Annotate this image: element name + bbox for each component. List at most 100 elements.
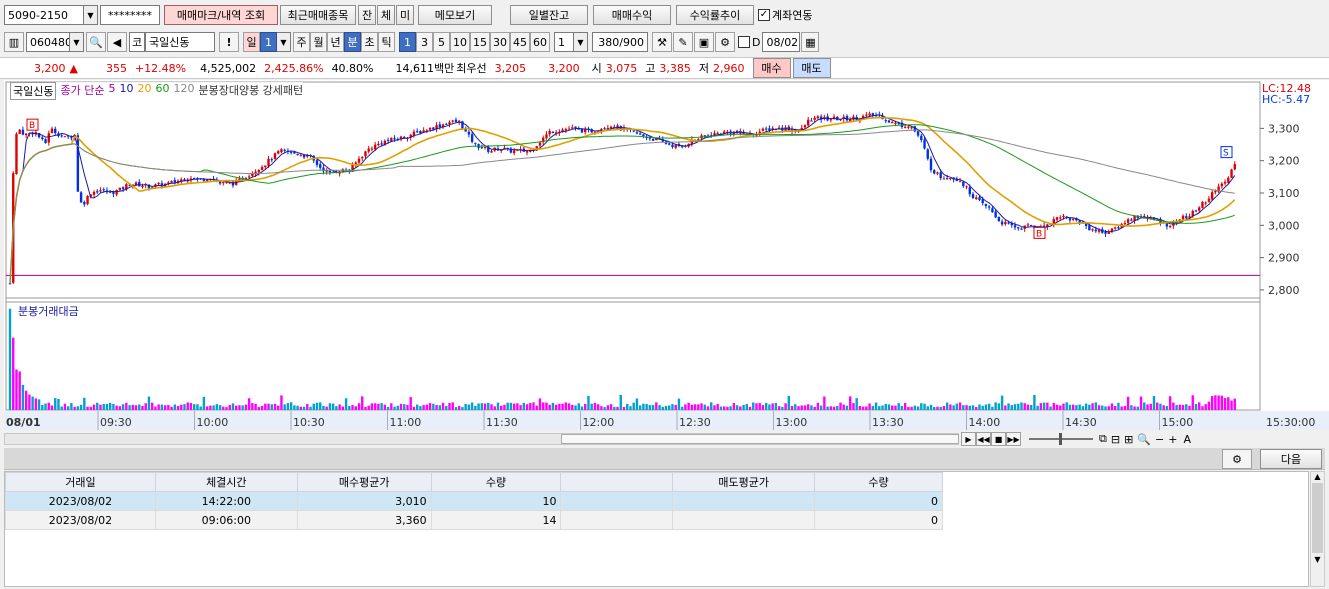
trade-profit-button[interactable]: 매매수익 bbox=[593, 5, 671, 25]
period-button-2[interactable]: 년 bbox=[327, 32, 344, 52]
tab-jan[interactable]: 잔 bbox=[358, 5, 376, 25]
zoom-slider-handle[interactable] bbox=[1059, 433, 1062, 445]
scroll-last-icon[interactable]: ▶▶ bbox=[1006, 432, 1021, 446]
chart-panel[interactable]: 3,3003,2003,1003,0002,9002,80010,005,000… bbox=[4, 80, 1329, 430]
font-size-icon[interactable]: A bbox=[1183, 433, 1191, 446]
date-checkbox[interactable] bbox=[738, 36, 750, 48]
period-button-4[interactable]: 초 bbox=[361, 32, 378, 52]
window-icon[interactable]: ⧉ bbox=[1099, 432, 1107, 446]
stock-name-input[interactable]: 국일신동 bbox=[145, 32, 215, 52]
x-tick-label: 11:30 bbox=[486, 416, 518, 429]
high-price: 3,385 bbox=[659, 61, 691, 75]
price-volume-chart[interactable]: 3,3003,2003,1003,0002,9002,80010,005,000… bbox=[4, 80, 1329, 430]
col-buy-avg[interactable]: 매수평균가 bbox=[296, 472, 432, 492]
magnify-icon[interactable]: 🔍 bbox=[1137, 433, 1151, 446]
account-input[interactable]: 5090-2150 bbox=[4, 5, 84, 25]
search-icon[interactable]: 🔍 bbox=[86, 32, 106, 52]
tab-che[interactable]: 체 bbox=[377, 5, 395, 25]
zoom-slider[interactable] bbox=[1029, 433, 1093, 445]
volume-bar bbox=[235, 405, 238, 410]
volume-bar bbox=[328, 403, 332, 410]
period-button-1[interactable]: 월 bbox=[310, 32, 327, 52]
next-button[interactable]: 다음 bbox=[1260, 449, 1322, 469]
table-row[interactable]: 2023/08/02 09:06:00 3,360 14 0 bbox=[5, 510, 943, 530]
account-link-checkbox[interactable]: ✓ bbox=[758, 9, 770, 21]
col-sell-qty[interactable]: 수량 bbox=[814, 472, 943, 492]
candle-body bbox=[1104, 231, 1107, 234]
profit-trend-button[interactable]: 수익률추이 bbox=[676, 5, 754, 25]
recent-trades-button[interactable]: 최근매매종목 bbox=[280, 5, 356, 25]
period-button-3[interactable]: 분 bbox=[344, 32, 361, 52]
volume-bar bbox=[1194, 403, 1198, 410]
scroll-down-icon[interactable]: ▼ bbox=[1311, 555, 1324, 564]
zoom-in-icon[interactable]: + bbox=[1168, 433, 1177, 446]
volume-bar bbox=[907, 407, 910, 410]
stock-code-dropdown[interactable]: ▼ bbox=[70, 32, 84, 52]
volume-bar bbox=[257, 407, 261, 410]
tool-icon[interactable]: ⚒ bbox=[652, 32, 672, 52]
volume-bar bbox=[1020, 402, 1023, 410]
grid-icon[interactable]: ⊞ bbox=[1124, 433, 1133, 446]
date-input[interactable]: 08/02 bbox=[762, 32, 801, 52]
period-number[interactable]: 1 bbox=[260, 32, 277, 52]
volume-bar bbox=[173, 404, 177, 410]
x-tick-label: 10:00 bbox=[197, 416, 229, 429]
candle-body bbox=[357, 158, 361, 163]
table-settings-icon[interactable]: ⚙ bbox=[1222, 449, 1252, 469]
sell-button[interactable]: 매도 bbox=[792, 58, 831, 78]
volume-bar bbox=[1117, 402, 1120, 410]
password-input[interactable]: ******** bbox=[100, 5, 160, 25]
period-day-button[interactable]: 일 bbox=[243, 32, 260, 52]
interval-button-15[interactable]: 15 bbox=[470, 32, 490, 52]
buy-button[interactable]: 매수 bbox=[752, 58, 791, 78]
market-select[interactable]: 코 bbox=[129, 32, 145, 52]
tab-mi[interactable]: 미 bbox=[396, 5, 414, 25]
interval-button-5[interactable]: 5 bbox=[433, 32, 450, 52]
interval-button-3[interactable]: 3 bbox=[416, 32, 433, 52]
memo-button[interactable]: 메모보기 bbox=[418, 5, 492, 25]
interval-button-30[interactable]: 30 bbox=[490, 32, 510, 52]
calendar-icon[interactable]: ▦ bbox=[801, 32, 820, 52]
period-button-5[interactable]: 틱 bbox=[378, 32, 395, 52]
settings-icon[interactable]: ⚙ bbox=[715, 32, 735, 52]
draw-icon[interactable]: ✎ bbox=[673, 32, 693, 52]
interval-button-1[interactable]: 1 bbox=[399, 32, 416, 52]
interval-dropdown[interactable]: ▼ bbox=[574, 32, 588, 52]
volume-bar bbox=[965, 405, 968, 410]
interval-button-60[interactable]: 60 bbox=[530, 32, 550, 52]
table-row[interactable]: 2023/08/02 14:22:00 3,010 10 0 bbox=[5, 491, 943, 511]
col-trade-date[interactable]: 거래일 bbox=[5, 472, 156, 492]
daily-balance-button[interactable]: 일별잔고 bbox=[510, 5, 588, 25]
scroll-right-icon[interactable]: ▶ bbox=[961, 432, 976, 446]
split-icon[interactable]: ⊟ bbox=[1111, 433, 1120, 446]
period-button-0[interactable]: 주 bbox=[293, 32, 310, 52]
candle-body bbox=[942, 178, 946, 180]
period-dropdown[interactable]: ▼ bbox=[277, 32, 291, 52]
volume-bar bbox=[1178, 404, 1182, 410]
table-scroll-thumb[interactable] bbox=[1312, 483, 1323, 553]
interval-button-10[interactable]: 10 bbox=[450, 32, 470, 52]
col-buy-qty[interactable]: 수량 bbox=[430, 472, 562, 492]
alert-button[interactable]: ! bbox=[219, 32, 239, 52]
scroll-up-icon[interactable]: ▲ bbox=[1311, 472, 1324, 481]
scroll-first-icon[interactable]: ◀◀ bbox=[976, 432, 991, 446]
chart-scroll-thumb[interactable] bbox=[561, 434, 959, 444]
account-dropdown[interactable]: ▼ bbox=[84, 5, 98, 25]
candle-body bbox=[328, 170, 332, 173]
candle-body bbox=[267, 158, 270, 166]
col-exec-time[interactable]: 체결시간 bbox=[154, 472, 298, 492]
zoom-out-icon[interactable]: − bbox=[1155, 433, 1164, 446]
save-icon[interactable]: ▣ bbox=[694, 32, 714, 52]
stock-code-input[interactable]: 060480 bbox=[26, 32, 70, 52]
col-sell-avg[interactable]: 매도평균가 bbox=[672, 472, 816, 492]
layout-icon[interactable]: ▥ bbox=[4, 32, 24, 52]
interval-input[interactable]: 1 bbox=[554, 32, 574, 52]
stop-icon[interactable]: ■ bbox=[991, 432, 1006, 446]
interval-button-45[interactable]: 45 bbox=[510, 32, 530, 52]
candle-body bbox=[54, 128, 57, 134]
count-input[interactable]: 380/900 bbox=[592, 32, 648, 52]
trade-mark-button[interactable]: 매매마크/내역 조회 bbox=[164, 5, 278, 25]
chart-scrollbar[interactable] bbox=[4, 433, 959, 445]
sound-icon[interactable]: ◀ bbox=[107, 32, 127, 52]
table-vscrollbar[interactable]: ▲ ▼ bbox=[1310, 471, 1325, 587]
